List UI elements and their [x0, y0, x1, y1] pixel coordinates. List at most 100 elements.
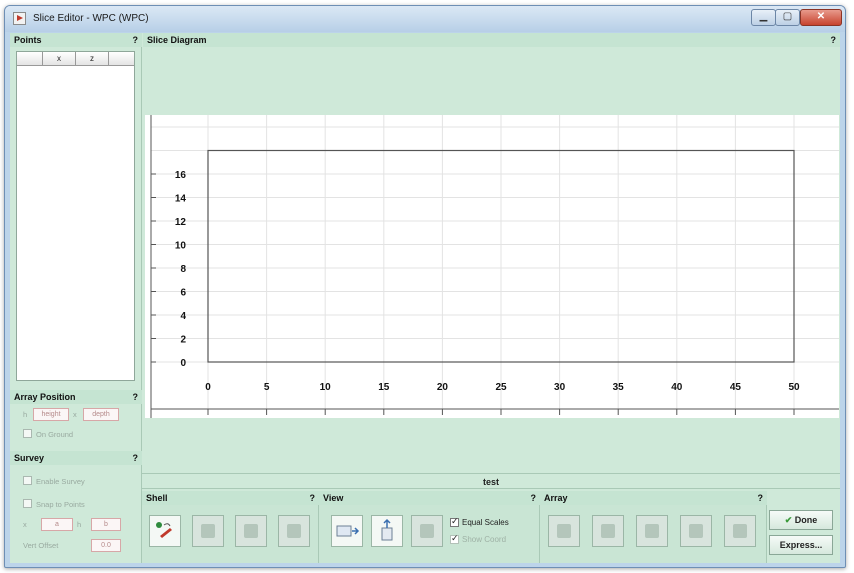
express-button[interactable]: Express...	[769, 535, 833, 555]
view-label: View	[323, 493, 344, 503]
done-button[interactable]: ✔ Done	[769, 510, 833, 530]
array-position-header: Array Position ?	[10, 390, 142, 404]
diagram-plot-area[interactable]: 0 2 4 6 8 10 12 14 16 0 5 10 15 20 25 30 35 40 45 50	[145, 115, 839, 418]
export-button[interactable]	[371, 515, 403, 547]
y-tick-label: 10	[175, 241, 187, 252]
y-tick-label: 0	[180, 358, 186, 369]
shell-help-icon[interactable]: ?	[310, 493, 316, 503]
x-tick-label: 0	[205, 382, 211, 393]
done-label: Done	[794, 515, 818, 525]
enable-survey-label: Enable Survey	[36, 477, 85, 486]
checkmark-icon: ✔	[784, 515, 793, 525]
survey-h-field[interactable]: b	[91, 518, 121, 531]
survey-h-label: h	[77, 520, 82, 529]
y-tick-label: 16	[175, 170, 187, 181]
snap-to-points-checkbox[interactable]	[23, 499, 32, 508]
x-tick-label: 40	[671, 382, 683, 393]
x-tick-label: 5	[264, 382, 270, 393]
shell-tool-button-2[interactable]	[192, 515, 224, 547]
maximize-icon: ▢	[782, 11, 793, 22]
x-tick-label: 10	[320, 382, 332, 393]
points-col-z[interactable]: z	[76, 52, 109, 66]
draw-shell-button[interactable]	[149, 515, 181, 547]
app-icon	[13, 12, 26, 25]
draw-shell-icon	[156, 522, 172, 538]
survey-header: Survey ?	[10, 451, 142, 465]
maximize-button[interactable]: ▢	[775, 9, 800, 26]
on-ground-checkbox[interactable]	[23, 429, 32, 438]
minimize-button[interactable]: ▁	[751, 9, 776, 26]
x-tick-label: 35	[613, 382, 625, 393]
slice-plot-svg[interactable]: 0 2 4 6 8 10 12 14 16 0 5 10 15 20 25 30 35 40 45 50	[145, 115, 839, 418]
points-header-label: Points	[14, 35, 42, 45]
slice-diagram-header: Slice Diagram ?	[143, 33, 840, 47]
shell-header: Shell ?	[142, 491, 319, 505]
equal-scales-label: Equal Scales	[462, 518, 509, 527]
slice-diagram: 0 2 4 6 8 10 12 14 16 0 5 10 15 20 25 30 35 40 45 50	[145, 48, 839, 418]
shell-tool-button-3[interactable]	[235, 515, 267, 547]
array-tool-button-2[interactable]	[592, 515, 624, 547]
array-h-label: h	[23, 410, 28, 419]
show-coord-label: Show Coord	[462, 535, 507, 544]
slice-diagram-help-icon[interactable]: ?	[831, 35, 837, 45]
vert-offset-label: Vert Offset	[23, 541, 59, 550]
shell-toolbar: Shell ?	[142, 491, 319, 563]
points-table-header: x z	[17, 52, 134, 66]
height-field[interactable]: height	[33, 408, 69, 421]
array-toolbar: Array ?	[540, 491, 767, 563]
view-toolbar: View ? Equal Scales Show Coord	[319, 491, 540, 563]
array-tool-button-1[interactable]	[548, 515, 580, 547]
array-position-help-icon[interactable]: ?	[133, 392, 139, 402]
snap-to-points-label: Snap to Points	[36, 500, 85, 509]
y-tick-label: 2	[180, 335, 186, 346]
array-header: Array ?	[540, 491, 767, 505]
vert-offset-field[interactable]: 0.0	[91, 539, 121, 552]
client-area: Points ? x z Array Position ? h height x…	[10, 33, 840, 563]
points-col-index[interactable]	[17, 52, 43, 66]
array-tool-button-4[interactable]	[680, 515, 712, 547]
y-tick-label: 6	[180, 288, 186, 299]
zoom-fit-button[interactable]	[331, 515, 363, 547]
show-coord-option[interactable]: Show Coord	[450, 533, 507, 545]
view-tool-button-3[interactable]	[411, 515, 443, 547]
x-tick-label: 15	[378, 382, 390, 393]
survey-help-icon[interactable]: ?	[133, 453, 139, 463]
left-panel: Points ? x z Array Position ? h height x…	[10, 33, 142, 563]
title-bar: Slice Editor - WPC (WPC) ▁ ▢ ✕	[5, 6, 845, 32]
slice-editor-window: Slice Editor - WPC (WPC) ▁ ▢ ✕ Points ? …	[4, 5, 846, 568]
view-header: View ?	[319, 491, 540, 505]
status-label: test	[142, 473, 840, 489]
survey-label: Survey	[14, 453, 45, 463]
equal-scales-option[interactable]: Equal Scales	[450, 516, 509, 528]
export-icon	[381, 518, 393, 541]
enable-survey-checkbox[interactable]	[23, 476, 32, 485]
points-col-x[interactable]: x	[43, 52, 76, 66]
array-label: Array	[544, 493, 568, 503]
x-tick-label: 45	[730, 382, 742, 393]
window-title: Slice Editor - WPC (WPC)	[33, 13, 149, 24]
show-coord-checkbox[interactable]	[450, 533, 459, 545]
minimize-icon: ▁	[759, 11, 768, 22]
slice-diagram-label: Slice Diagram	[147, 35, 207, 45]
points-table[interactable]: x z	[16, 51, 135, 381]
array-tool-button-3[interactable]	[636, 515, 668, 547]
points-help-icon[interactable]: ?	[133, 35, 139, 45]
view-help-icon[interactable]: ?	[531, 493, 537, 503]
close-button[interactable]: ✕	[800, 9, 842, 26]
on-ground-label: On Ground	[36, 430, 74, 439]
equal-scales-checkbox[interactable]	[450, 516, 459, 528]
shell-tool-button-4[interactable]	[278, 515, 310, 547]
depth-field[interactable]: depth	[83, 408, 119, 421]
close-icon: ✕	[816, 11, 826, 22]
array-help-icon[interactable]: ?	[758, 493, 764, 503]
array-position-label: Array Position	[14, 392, 76, 402]
zoom-fit-icon	[336, 525, 360, 537]
survey-x-field[interactable]: a	[41, 518, 73, 531]
y-tick-label: 8	[180, 264, 186, 275]
array-tool-button-5[interactable]	[724, 515, 756, 547]
y-tick-label: 14	[175, 194, 187, 205]
array-x-label: x	[73, 410, 77, 419]
points-header: Points ?	[10, 33, 142, 47]
x-tick-label: 50	[788, 382, 800, 393]
y-tick-label: 4	[180, 311, 186, 322]
